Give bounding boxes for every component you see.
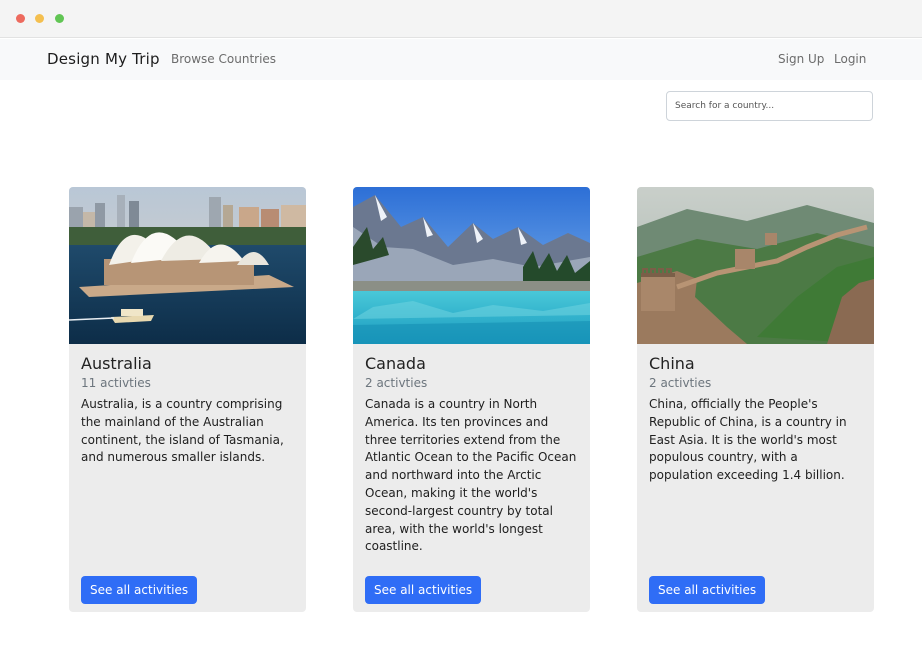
maximize-window-dot[interactable] — [55, 14, 64, 23]
country-name: Canada — [365, 354, 426, 373]
login-link[interactable]: Login — [834, 52, 866, 66]
country-card-canada: Canada 2 activties Canada is a country i… — [353, 187, 590, 612]
see-all-activities-button[interactable]: See all activities — [81, 576, 198, 604]
country-card-china: China 2 activties China, officially the … — [637, 187, 874, 612]
top-navbar: Design My Trip Browse Countries Sign Up … — [0, 39, 922, 80]
close-window-dot[interactable] — [16, 14, 25, 23]
browse-countries-link[interactable]: Browse Countries — [171, 52, 276, 66]
country-description: Australia, is a country comprising the m… — [81, 397, 284, 465]
activity-count: 2 activties — [649, 376, 712, 390]
country-name: Australia — [81, 354, 152, 373]
activity-count: 2 activties — [365, 376, 428, 390]
activity-count: 11 activties — [81, 376, 151, 390]
country-search-input[interactable] — [666, 91, 873, 121]
sign-up-link[interactable]: Sign Up — [778, 52, 824, 66]
country-description: Canada is a country in North America. It… — [365, 397, 577, 554]
country-name: China — [649, 354, 695, 373]
see-all-activities-button[interactable]: See all activities — [365, 576, 482, 604]
australia-photo — [69, 187, 306, 344]
country-description: China, officially the People's Republic … — [649, 397, 847, 483]
see-all-activities-button[interactable]: See all activities — [649, 576, 766, 604]
minimize-window-dot[interactable] — [35, 14, 44, 23]
browser-titlebar — [0, 0, 922, 38]
china-photo — [637, 187, 874, 344]
country-card-australia: Australia 11 activties Australia, is a c… — [69, 187, 306, 612]
canada-photo — [353, 187, 590, 344]
brand-link[interactable]: Design My Trip — [47, 50, 160, 68]
